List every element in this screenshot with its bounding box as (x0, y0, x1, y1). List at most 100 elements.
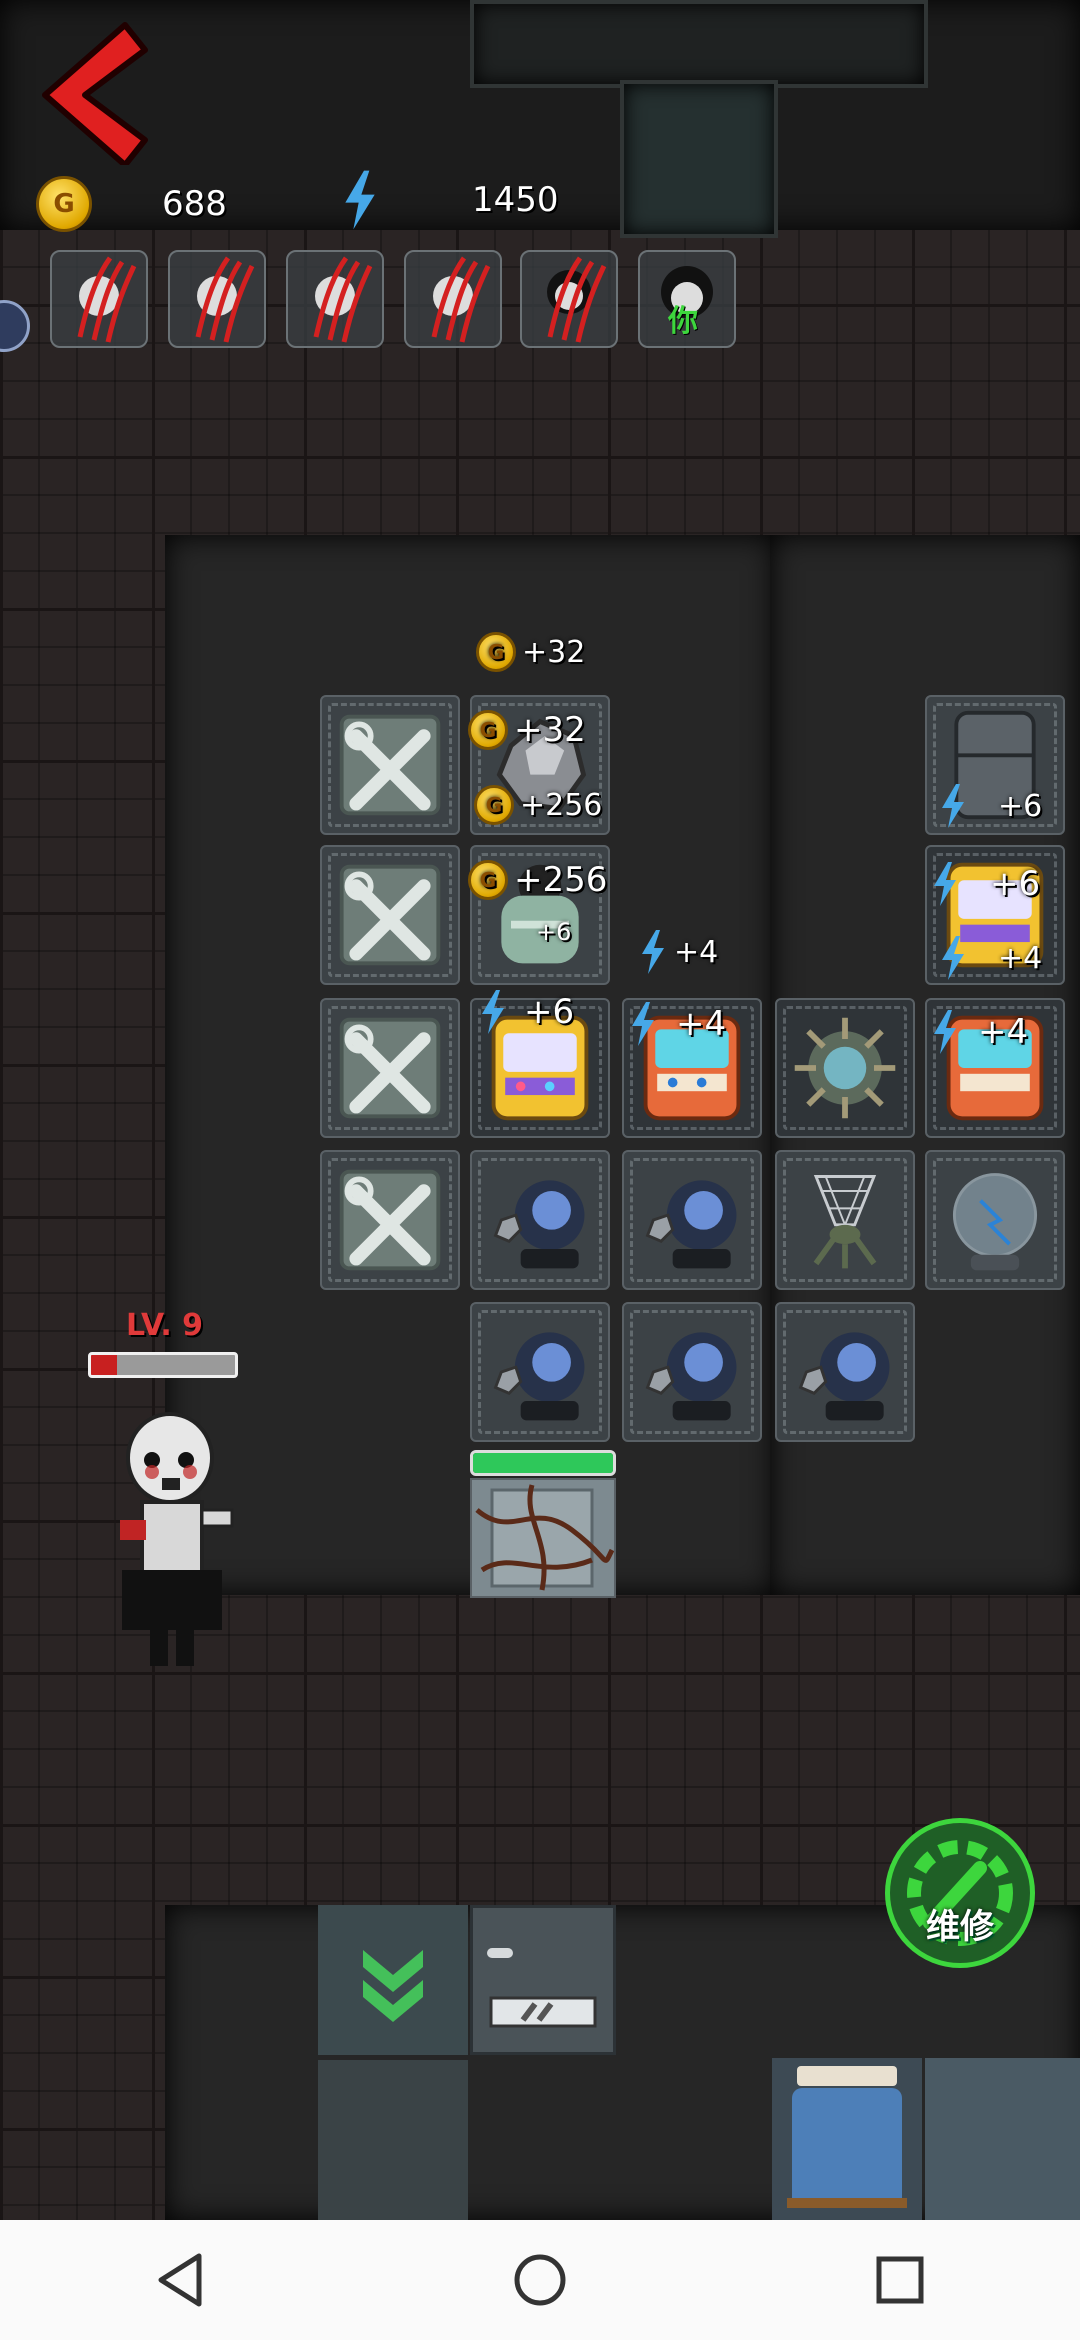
player-marker-label: 你 (668, 304, 698, 339)
energy-pop-arcade-r2: +4 (938, 936, 1042, 980)
coin-pop-mid2: G +256 (474, 785, 602, 825)
energy-pop-arcade-r1: +6 (930, 862, 1040, 906)
energy-pop-open: +4 (638, 930, 718, 974)
clawed-ghost-icon (313, 256, 373, 343)
monster-slot-4[interactable] (404, 250, 502, 348)
door[interactable] (470, 1478, 616, 1598)
turret-icon (645, 1180, 737, 1269)
monster-slot-5[interactable] (520, 250, 618, 348)
wrench-icon (339, 1017, 441, 1119)
energy-pop-arcade-c: +4 (930, 1010, 1028, 1054)
net-trap-icon (813, 1175, 877, 1269)
turret-tile-3[interactable] (470, 1302, 610, 1442)
coin-pop-top: G +32 (476, 632, 585, 672)
energy-pop-value: +6 (524, 992, 575, 1032)
nav-back-button[interactable] (150, 2250, 210, 2310)
energy-pop-arcade-b: +4 (628, 1002, 726, 1046)
energy-pop-value: +6 (998, 788, 1043, 824)
monster-slot-1[interactable] (50, 250, 148, 348)
lightning-icon (934, 862, 956, 906)
energy-value: 1450 (472, 180, 559, 220)
coin-icon: G (36, 176, 92, 232)
gold-counter: G 688 (36, 176, 227, 232)
clawed-ghost-icon (195, 256, 255, 343)
zzz-badge[interactable] (0, 300, 30, 352)
bed-neighbor-tile (925, 2058, 1080, 2220)
repair-button-label: 维修 (926, 1906, 994, 1947)
machine-small-pop: +6 (536, 918, 571, 946)
thorn-trap-tile[interactable] (775, 998, 915, 1138)
circle-home-icon (514, 2254, 566, 2306)
enemy-health-bar (88, 1352, 238, 1378)
system-nav-bar (0, 2220, 1080, 2340)
square-recents-icon (876, 2256, 924, 2304)
zombie-icon (120, 1412, 234, 1666)
bed-icon (787, 2066, 907, 2208)
lightning-icon (942, 784, 964, 828)
clawed-ghost-icon (431, 256, 491, 343)
lightning-icon (345, 170, 375, 230)
monster-slot-6[interactable]: 你 (638, 250, 736, 348)
lightning-icon (934, 1010, 956, 1054)
nav-home-button[interactable] (510, 2250, 570, 2310)
turret-icon (798, 1332, 890, 1421)
energy-pop-value: +4 (674, 934, 719, 970)
chevron-left-icon (42, 22, 148, 168)
enemy-character[interactable] (110, 1410, 250, 1680)
energy-counter: 1450 (340, 170, 559, 230)
turret-icon (493, 1180, 585, 1269)
coin-icon: G (476, 632, 516, 672)
turret-icon (493, 1332, 585, 1421)
arrow-down-tile[interactable] (318, 1905, 468, 2055)
coin-pop-value: +256 (520, 787, 603, 823)
wrench-icon (339, 1169, 441, 1271)
tesla-orb-tile[interactable] (925, 1150, 1065, 1290)
top-hud: G 688 1450 你 (0, 0, 1080, 360)
turret-tile-1[interactable] (470, 1150, 610, 1290)
door-panel-lower (318, 2060, 468, 2220)
monster-slot-2[interactable] (168, 250, 266, 348)
coin-pop-mid3: G +256 (468, 860, 607, 900)
vine-door-icon (475, 1484, 615, 1591)
monster-slot-3[interactable] (286, 250, 384, 348)
turret-tile-4[interactable] (622, 1302, 762, 1442)
door-health-bar (470, 1450, 616, 1476)
bed-tile[interactable] (772, 2058, 922, 2220)
energy-pop-value: +6 (990, 864, 1041, 904)
tool-tile-4[interactable] (320, 1150, 460, 1290)
coin-pop-value: +32 (514, 710, 586, 750)
lightning-icon (482, 990, 504, 1034)
coin-icon: G (468, 860, 508, 900)
lightning-icon (632, 1002, 654, 1046)
energy-pop-value: +4 (998, 940, 1043, 976)
tool-tile-3[interactable] (320, 998, 460, 1138)
clawed-ghost-icon (77, 256, 137, 343)
energy-pop-fridge: +6 (938, 784, 1042, 828)
door-health-fill (473, 1453, 613, 1473)
lightning-icon (942, 936, 964, 980)
tool-tile-1[interactable] (320, 695, 460, 835)
energy-pop-value: +4 (676, 1004, 727, 1044)
repair-button[interactable]: 维修 (885, 1818, 1035, 1968)
thorn-orb-icon (794, 1017, 896, 1119)
coin-pop-value: +256 (514, 860, 608, 900)
wrench-icon (339, 864, 441, 966)
turret-tile-5[interactable] (775, 1302, 915, 1442)
locker-icon (487, 1948, 597, 2028)
nav-recents-button[interactable] (870, 2250, 930, 2310)
enemy-health-fill (91, 1355, 117, 1375)
locker-tile[interactable] (470, 1905, 616, 2055)
back-button[interactable] (30, 15, 150, 168)
turret-tile-2[interactable] (622, 1150, 762, 1290)
net-trap-tile[interactable] (775, 1150, 915, 1290)
double-chevron-down-icon (363, 1950, 423, 2022)
wrench-icon (339, 714, 441, 816)
tesla-orb-icon (952, 1173, 1038, 1271)
coin-icon: G (474, 785, 514, 825)
tool-tile-2[interactable] (320, 845, 460, 985)
coin-pop-mid1: G +32 (468, 710, 586, 750)
machine-small-value: +6 (536, 918, 572, 946)
enemy-level-label: LV. 9 (126, 1308, 204, 1343)
coin-pop-value: +32 (522, 634, 586, 670)
gold-value: 688 (162, 184, 227, 224)
